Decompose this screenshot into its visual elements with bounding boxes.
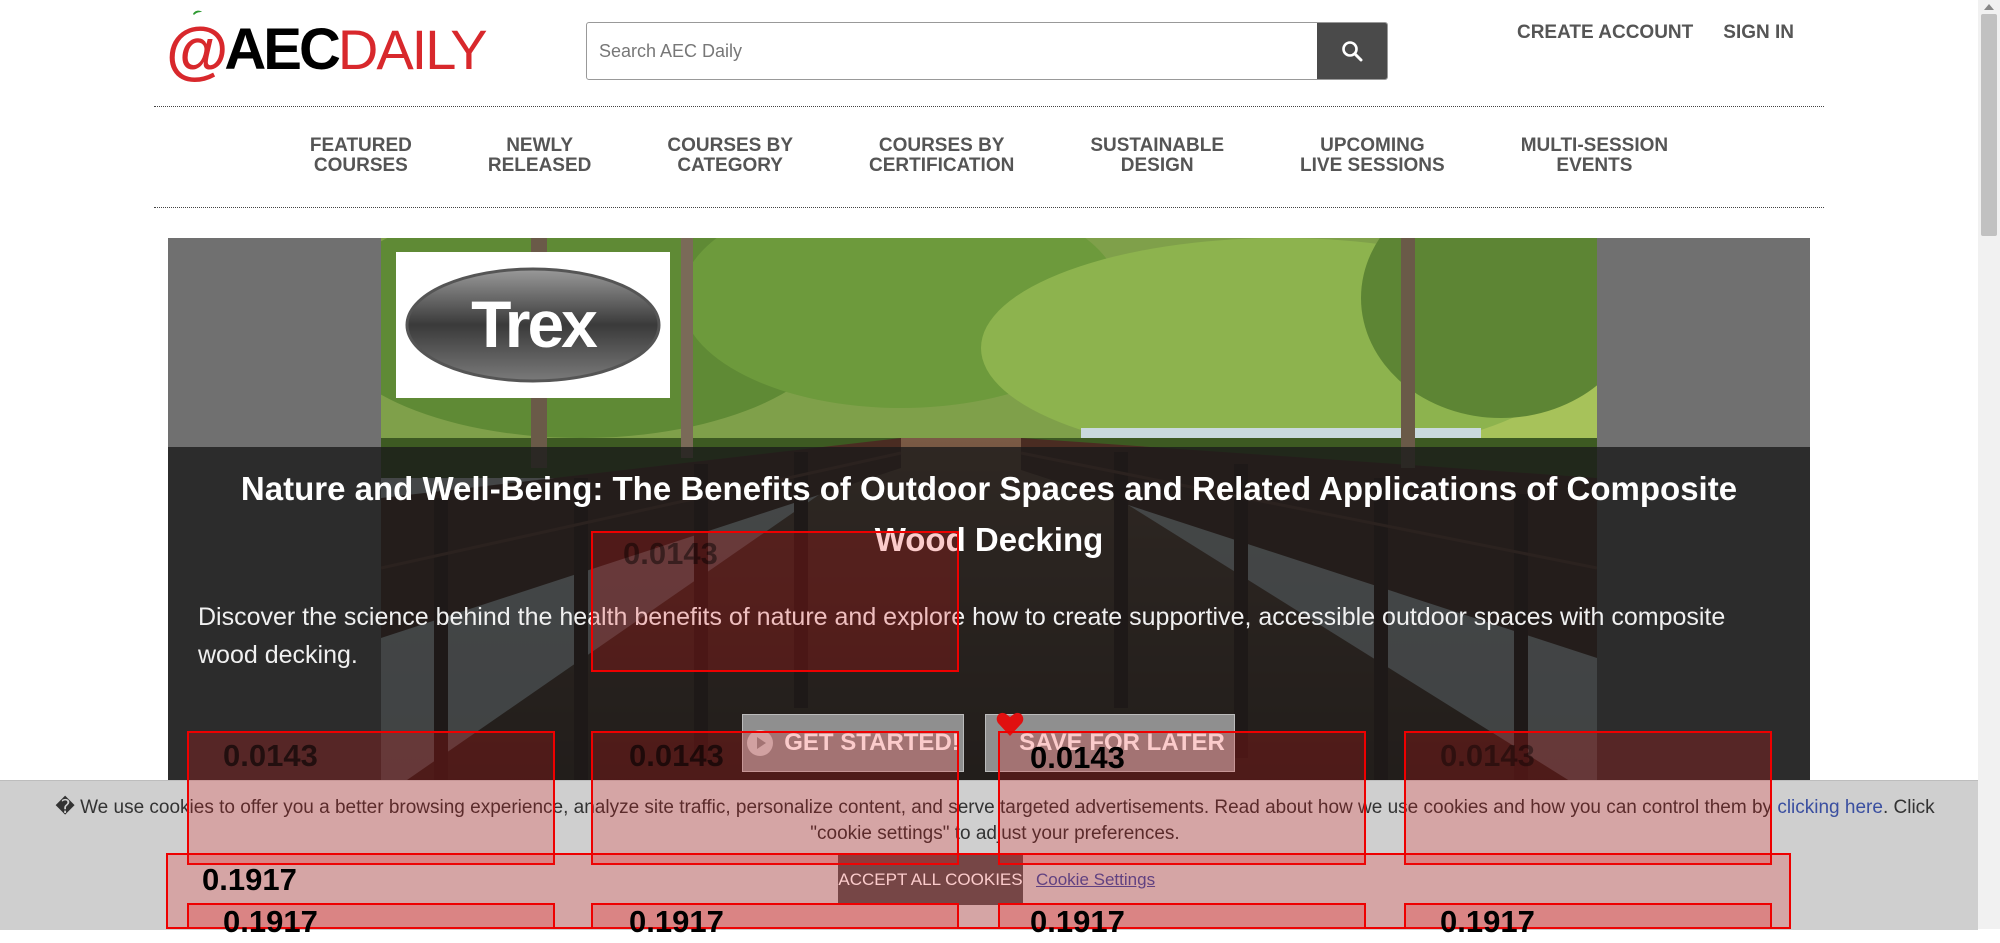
overlay-value: 0.0143 xyxy=(1440,738,1535,773)
search-button[interactable] xyxy=(1317,23,1387,79)
scrollbar-thumb[interactable] xyxy=(1981,14,1997,236)
overlay-value: 0.1917 xyxy=(1440,904,1535,939)
logo-daily: DAILY xyxy=(337,18,488,81)
overlay-value: 0.1917 xyxy=(202,862,297,897)
nav-sustainable-design[interactable]: SUSTAINABLE DESIGN xyxy=(1052,106,1262,206)
vertical-scrollbar[interactable] xyxy=(1978,0,2000,929)
search-box xyxy=(586,22,1388,80)
overlay-box: 0.1917 xyxy=(1404,903,1772,939)
search-icon xyxy=(1342,41,1363,62)
overlay-box: 0.1917 xyxy=(998,903,1366,939)
overlay-box: 0.0143 xyxy=(998,731,1366,865)
trex-logo-icon: Trex xyxy=(405,267,661,383)
overlay-value: 0.1917 xyxy=(1030,904,1125,939)
course-title: Nature and Well-Being: The Benefits of O… xyxy=(240,470,1738,558)
trex-logo-text: Trex xyxy=(471,287,598,361)
overlay-value: 0.1917 xyxy=(223,904,318,939)
overlay-box: 0.0143 xyxy=(1404,731,1772,865)
nav-featured-courses[interactable]: FEATURED COURSES xyxy=(272,106,450,206)
apple-icon xyxy=(193,10,202,15)
nav-courses-by-certification[interactable]: COURSES BY CERTIFICATION xyxy=(831,106,1052,206)
overlay-box: 0.0143 xyxy=(591,531,959,672)
overlay-value: 0.1917 xyxy=(629,904,724,939)
aecdaily-logo[interactable]: @ AEC DAILY xyxy=(166,10,488,82)
overlay-value: 0.0143 xyxy=(629,738,724,773)
create-account-link[interactable]: CREATE ACCOUNT xyxy=(1517,22,1693,44)
site-header: @ AEC DAILY CREATE ACCOUNT SIGN IN xyxy=(0,0,1978,100)
overlay-box: 0.0143 xyxy=(591,731,959,865)
search-input[interactable] xyxy=(587,23,1307,79)
overlay-value: 0.0143 xyxy=(623,536,718,571)
divider-bottom xyxy=(154,207,1824,208)
overlay-value: 0.0143 xyxy=(1030,740,1125,775)
overlay-box: 0.1917 xyxy=(187,903,555,939)
featured-course-hero: Trex Nature and Well-Being: The Benefits… xyxy=(168,238,1810,798)
logo-aec: AEC xyxy=(224,17,340,82)
account-links: CREATE ACCOUNT SIGN IN xyxy=(1517,22,1794,44)
cookie-policy-link[interactable]: clicking here xyxy=(1777,797,1883,818)
trex-sponsor-logo: Trex xyxy=(396,252,670,398)
sign-in-link[interactable]: SIGN IN xyxy=(1723,22,1794,44)
cookie-icon: � xyxy=(55,797,75,818)
nav-newly-released[interactable]: NEWLY RELEASED xyxy=(450,106,629,206)
overlay-box: 0.1917 xyxy=(591,903,959,939)
course-description: Discover the science behind the health b… xyxy=(198,603,1726,669)
scroll-up-icon[interactable] xyxy=(1978,0,2000,14)
nav-upcoming-live-sessions[interactable]: UPCOMING LIVE SESSIONS xyxy=(1262,106,1483,206)
overlay-box: 0.0143 xyxy=(187,731,555,865)
nav-multi-session-events[interactable]: MULTI-SESSION EVENTS xyxy=(1483,106,1706,206)
nav-courses-by-category[interactable]: COURSES BY CATEGORY xyxy=(629,106,831,206)
main-nav: FEATURED COURSES NEWLY RELEASED COURSES … xyxy=(154,106,1824,206)
overlay-value: 0.0143 xyxy=(223,738,318,773)
